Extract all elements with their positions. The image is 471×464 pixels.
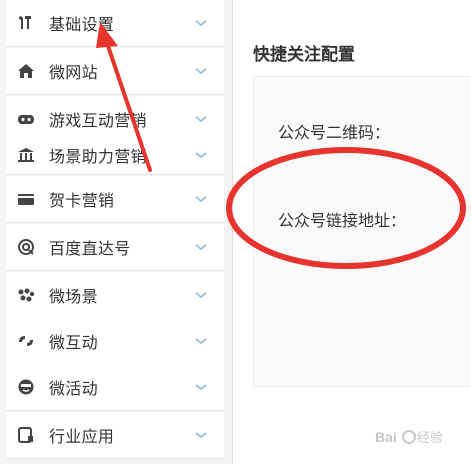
- chevron-down-icon: [195, 244, 207, 251]
- face-icon: [17, 378, 35, 396]
- sidebar-item-label: 微活动: [49, 379, 98, 398]
- sidebar-item-baidu-direct[interactable]: 百度直达号: [6, 224, 224, 271]
- page-title: 快捷关注配置: [253, 45, 355, 65]
- svg-text:经验: 经验: [417, 430, 443, 445]
- target-icon: [17, 238, 35, 256]
- sidebar-item-micro-site[interactable]: 微网站: [6, 48, 224, 95]
- chevron-down-icon: [195, 432, 207, 439]
- app-icon: [17, 426, 35, 444]
- qr-code-label: 公众号二维码：: [278, 123, 391, 142]
- chevron-down-icon: [195, 292, 207, 299]
- chevron-down-icon: [195, 196, 207, 203]
- chevron-down-icon: [195, 384, 207, 391]
- gamepad-icon: [17, 110, 35, 128]
- sidebar-item-scene-marketing[interactable]: 场景助力营销: [6, 136, 224, 175]
- sidebar-item-industry-apps[interactable]: 行业应用: [6, 412, 224, 459]
- sidebar-item-label: 百度直达号: [49, 239, 131, 258]
- sidebar-item-label: 贺卡营销: [49, 191, 115, 210]
- wrench-icon: [17, 14, 35, 32]
- sidebar-item-label: 游戏互动营销: [49, 111, 147, 130]
- sidebar-item-micro-scene[interactable]: 微场景: [6, 272, 224, 319]
- sidebar-item-label: 基础设置: [49, 15, 115, 34]
- swirl-icon: [17, 332, 35, 350]
- chevron-down-icon: [195, 68, 207, 75]
- chevron-down-icon: [195, 338, 207, 345]
- config-panel: 公众号二维码： 公众号链接地址：: [253, 76, 471, 387]
- svg-text:Bai: Bai: [375, 429, 397, 445]
- main-content: 快捷关注配置 公众号二维码： 公众号链接地址：: [233, 0, 471, 464]
- sidebar-item-greeting-card[interactable]: 贺卡营销: [6, 176, 224, 223]
- sidebar-item-label: 行业应用: [49, 427, 115, 446]
- card-icon: [17, 190, 35, 208]
- baidu-jingyan-watermark: Bai 经验: [375, 429, 443, 445]
- chevron-down-icon: [195, 152, 207, 159]
- sidebar: 基础设置 微网站 游戏互动营销 场景助力营销 贺卡营销 百度直达号 微场景 微互…: [0, 0, 233, 464]
- chevron-down-icon: [195, 116, 207, 123]
- chevron-down-icon: [195, 20, 207, 27]
- dots-cluster-icon: [17, 286, 35, 304]
- home-icon: [17, 62, 35, 80]
- sidebar-item-label: 场景助力营销: [49, 147, 147, 166]
- sidebar-item-label: 微场景: [49, 287, 98, 306]
- sidebar-item-micro-interaction[interactable]: 微互动: [6, 318, 224, 365]
- link-address-label: 公众号链接地址：: [278, 211, 407, 230]
- sidebar-item-label: 微互动: [49, 333, 98, 352]
- sidebar-item-micro-activity[interactable]: 微活动: [6, 364, 224, 411]
- bank-icon: [17, 146, 35, 164]
- sidebar-item-basic-settings[interactable]: 基础设置: [6, 0, 224, 47]
- sidebar-item-label: 微网站: [49, 63, 98, 82]
